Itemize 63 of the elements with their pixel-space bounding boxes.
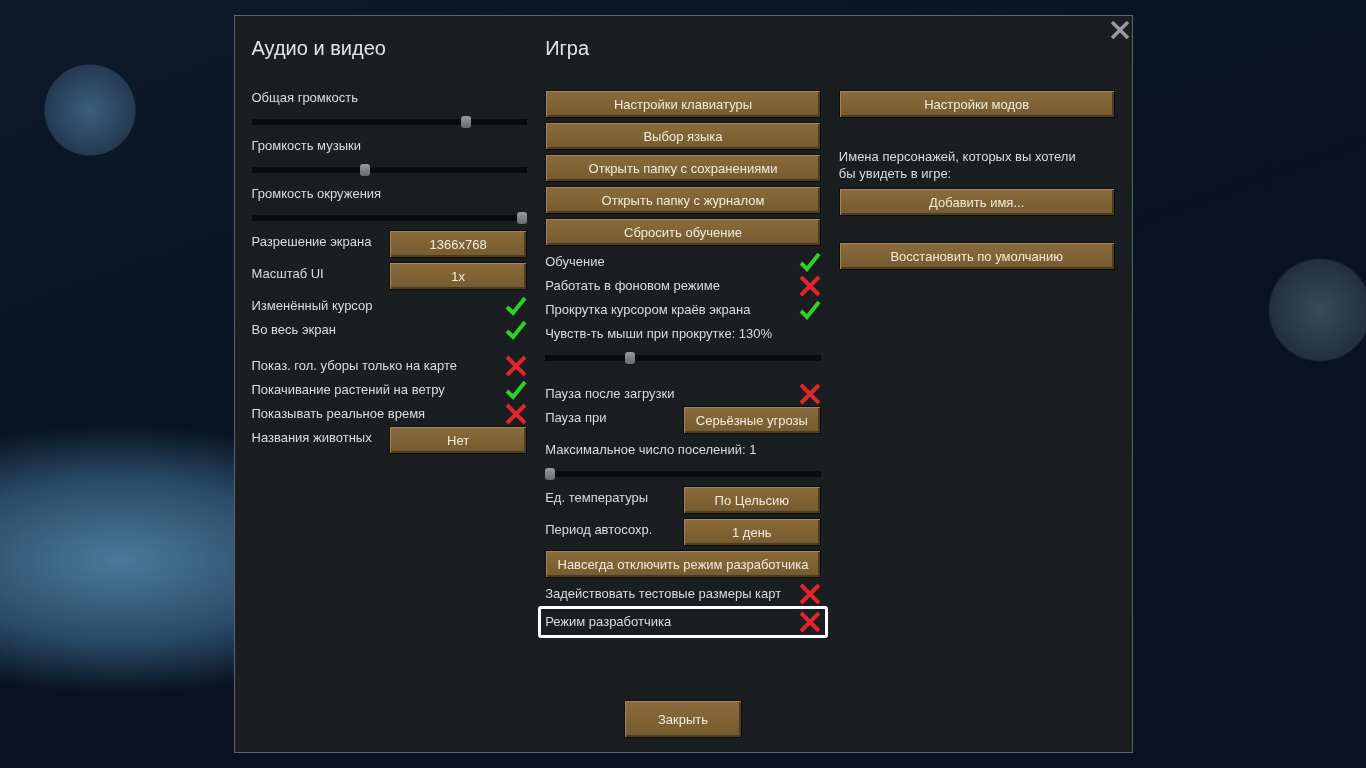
- slider-track[interactable]: [545, 468, 821, 480]
- checkbox-label: Работать в фоновом режиме: [545, 277, 720, 295]
- setting-label: Период автосохр.: [545, 521, 653, 539]
- slider-thumb[interactable]: [545, 468, 556, 480]
- section-title: Аудио и видео: [251, 36, 387, 61]
- cross-icon[interactable]: [798, 275, 821, 297]
- cross-icon[interactable]: [505, 403, 528, 425]
- menu-button[interactable]: Навсегда отключить режим разработчика: [545, 550, 821, 578]
- slider-thumb[interactable]: [461, 116, 472, 128]
- slider-thumb[interactable]: [624, 352, 635, 364]
- menu-button[interactable]: Восстановить по умолчанию: [838, 242, 1115, 270]
- cross-icon[interactable]: [798, 383, 821, 405]
- checkbox-label: Пауза после загрузки: [545, 385, 675, 403]
- dropdown-button[interactable]: 1 день: [682, 518, 821, 546]
- checkmark-icon[interactable]: [798, 299, 821, 321]
- dropdown-button[interactable]: 1366x768: [389, 230, 528, 258]
- slider-label: Общая громкость: [251, 90, 359, 105]
- dropdown-button[interactable]: 1x: [389, 262, 528, 290]
- checkbox-label: Режим разработчика: [545, 613, 672, 631]
- cross-icon[interactable]: [505, 355, 528, 377]
- checkbox-label: Во весь экран: [251, 321, 336, 339]
- checkbox-label: Задействовать тестовые размеры карт: [545, 585, 782, 603]
- checkbox-label: Обучение: [545, 253, 605, 271]
- slider-label: Громкость окружения: [251, 186, 382, 201]
- slider-thumb[interactable]: [360, 164, 371, 176]
- setting-label: Пауза при: [545, 409, 607, 427]
- checkbox-label: Показывать реальное время: [251, 405, 426, 423]
- checkmark-icon[interactable]: [505, 379, 528, 401]
- dropdown-button[interactable]: Серьёзные угрозы: [682, 406, 821, 434]
- close-icon[interactable]: [1108, 19, 1131, 41]
- menu-button[interactable]: Открыть папку с сохранениями: [545, 154, 821, 182]
- close-button[interactable]: Закрыть: [624, 700, 742, 738]
- dropdown-button[interactable]: Нет: [389, 426, 528, 454]
- slider-track[interactable]: [251, 164, 528, 176]
- checkbox-label: Изменённый курсор: [251, 297, 373, 315]
- dropdown-button[interactable]: По Цельсию: [682, 486, 821, 514]
- setting-label: Названия животных: [251, 429, 372, 447]
- slider-label: Чувств-ть мыши при прокрутке: 130%: [545, 326, 773, 341]
- slider-thumb[interactable]: [517, 212, 528, 224]
- slider-label: Максимальное число поселений: 1: [545, 442, 757, 457]
- checkmark-icon[interactable]: [798, 251, 821, 273]
- checkbox-label: Прокрутка курсором краёв экрана: [545, 301, 751, 319]
- checkmark-icon[interactable]: [505, 295, 528, 317]
- cross-icon[interactable]: [798, 583, 821, 605]
- cross-icon[interactable]: [798, 611, 821, 633]
- checkbox-label: Покачивание растений на ветру: [251, 381, 445, 399]
- info-text: Имена персонажей, которых вы хотели бы увидеть в игре:: [838, 148, 1077, 182]
- section-title: Игра: [545, 36, 591, 61]
- slider-track[interactable]: [251, 212, 528, 224]
- setting-label: Масштаб UI: [251, 265, 324, 283]
- setting-label: Ед. температуры: [545, 489, 649, 507]
- menu-button[interactable]: Добавить имя...: [838, 188, 1115, 216]
- setting-label: Разрешение экрана: [251, 233, 372, 251]
- menu-button[interactable]: Открыть папку с журналом: [545, 186, 821, 214]
- slider-label: Громкость музыки: [251, 138, 361, 153]
- menu-button[interactable]: Сбросить обучение: [545, 218, 821, 246]
- menu-button[interactable]: Настройки клавиатуры: [545, 90, 821, 118]
- menu-button[interactable]: Выбор языка: [545, 122, 821, 150]
- checkmark-icon[interactable]: [505, 319, 528, 341]
- checkbox-label: Показ. гол. уборы только на карте: [251, 357, 458, 375]
- slider-track[interactable]: [251, 116, 528, 128]
- menu-button[interactable]: Настройки модов: [838, 90, 1115, 118]
- slider-track[interactable]: [545, 352, 821, 364]
